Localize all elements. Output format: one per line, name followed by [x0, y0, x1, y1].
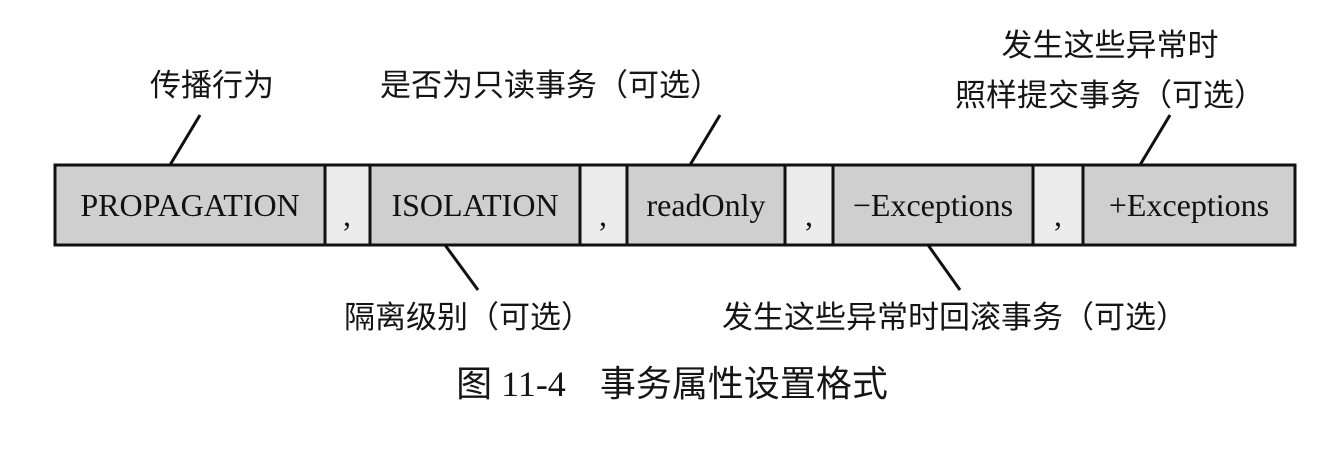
segment-label: ISOLATION [391, 187, 558, 223]
segment-label: PROPAGATION [80, 187, 299, 223]
leader-line-isolation [443, 244, 480, 291]
segment-commit-exceptions: +Exceptions [1081, 163, 1297, 247]
annotation-commit-line-1: 发生这些异常时 [1001, 28, 1219, 64]
leader-line-propagation [168, 114, 202, 166]
figure-caption: 图 11-4 事务属性设置格式 [0, 362, 1344, 407]
separator-3: , [783, 163, 835, 247]
segment-propagation: PROPAGATION [53, 163, 327, 247]
separator-1: , [323, 163, 372, 247]
separator-2: , [578, 163, 629, 247]
segment-rollback-exceptions: −Exceptions [831, 163, 1035, 247]
figure-title: 事务属性设置格式 [599, 364, 888, 405]
annotation-rollback: 发生这些异常时回滚事务（可选） [722, 300, 1187, 336]
leader-line-rollback [926, 244, 962, 291]
segment-readonly: readOnly [625, 163, 787, 247]
separator-comma: , [343, 197, 351, 233]
separator-comma: , [599, 197, 607, 233]
leader-line-readonly [688, 114, 722, 166]
annotation-readonly: 是否为只读事务（可选） [380, 68, 721, 104]
separator-comma: , [805, 197, 813, 233]
annotation-isolation: 隔离级别（可选） [344, 300, 592, 336]
separator-4: , [1031, 163, 1085, 247]
separator-comma: , [1054, 197, 1062, 233]
segment-label: +Exceptions [1109, 187, 1269, 223]
segment-isolation: ISOLATION [368, 163, 582, 247]
segment-label: readOnly [646, 187, 765, 223]
segment-label: −Exceptions [853, 187, 1013, 223]
annotation-commit-line-2: 照样提交事务（可选） [955, 78, 1265, 114]
annotation-propagation: 传播行为 [150, 68, 274, 104]
figure-number: 图 11-4 [456, 364, 566, 404]
leader-line-commit [1138, 114, 1172, 166]
